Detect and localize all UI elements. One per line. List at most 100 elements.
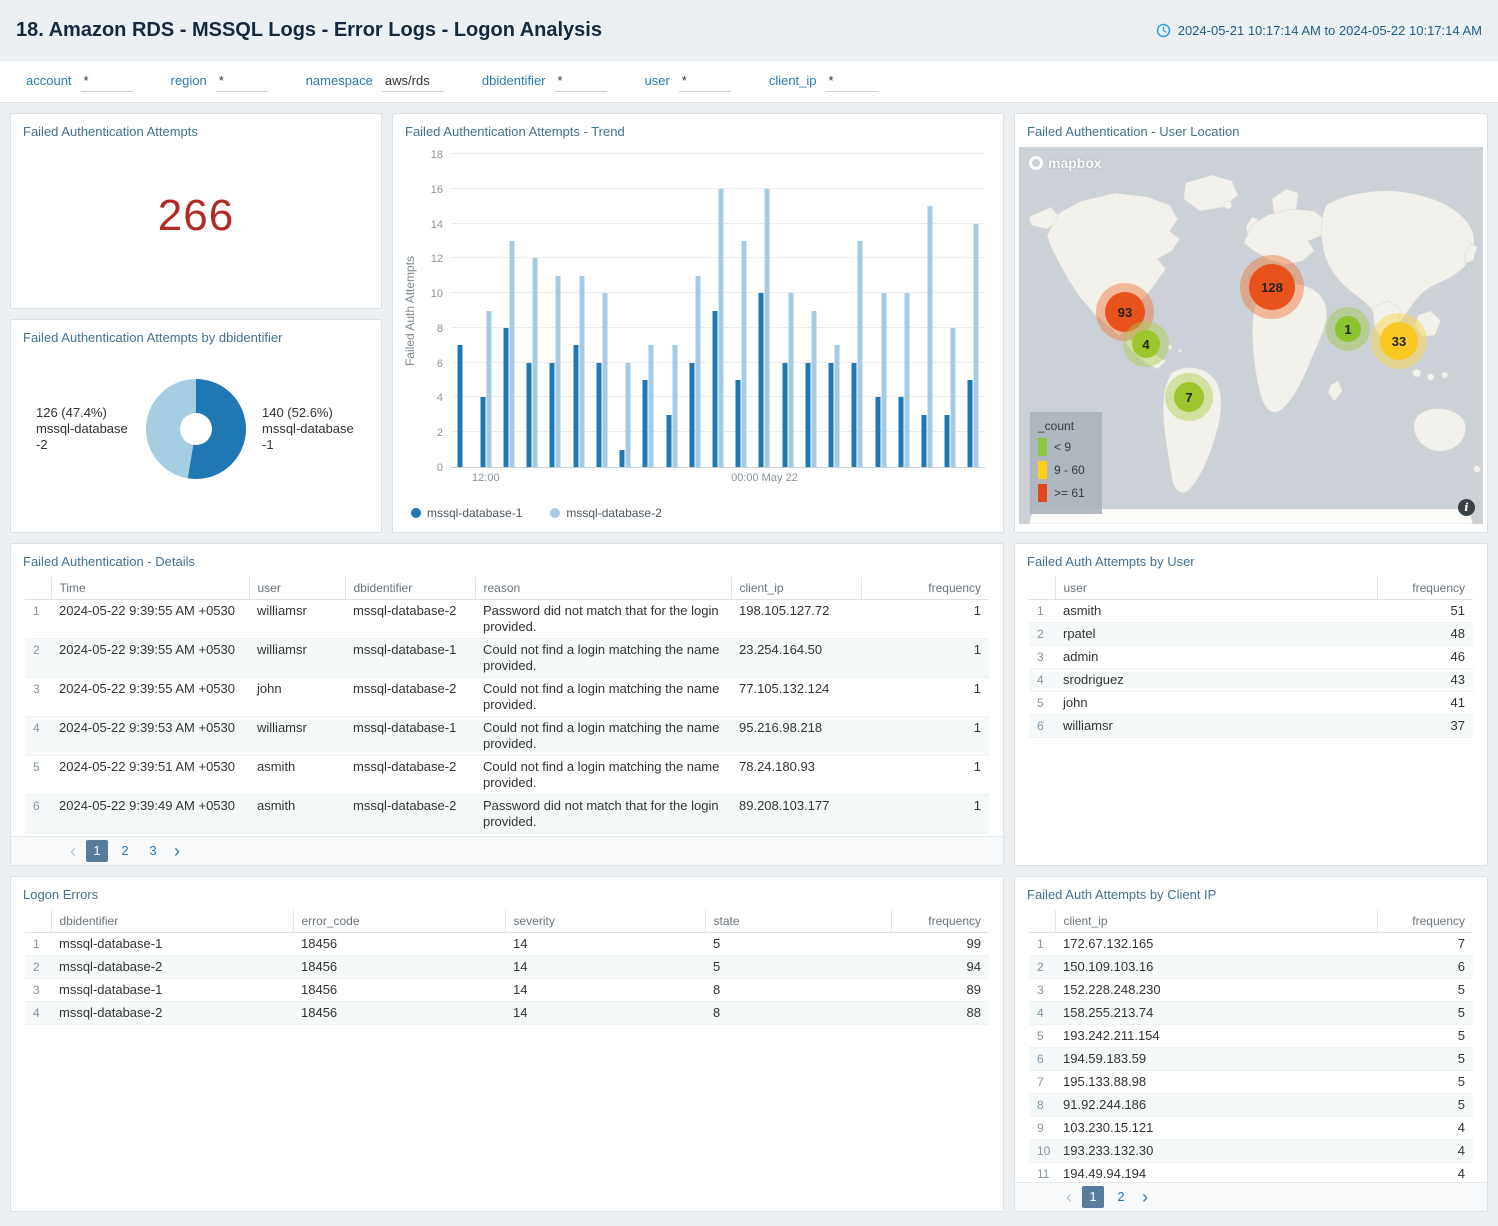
table-row[interactable]: 3mssql-database-11845614889 [25,979,989,1002]
pager-page-1[interactable]: 1 [1082,1186,1104,1208]
cell: 195.133.88.98 [1055,1071,1377,1094]
y-tick-label: 6 [415,358,443,370]
map-cluster[interactable]: 1 [1335,316,1361,342]
table-row[interactable]: 1mssql-database-11845614599 [25,933,989,956]
details-table-mount: Timeuserdbidentifierreasonclient_ipfrequ… [25,577,989,865]
pager-page-1[interactable]: 1 [86,840,108,862]
map-canvas[interactable]: mapbox _count < 99 - 60>= 61 i 934712813… [1019,147,1483,524]
filter-value-input[interactable]: * [555,71,607,92]
column-header[interactable] [1029,910,1055,933]
info-icon[interactable]: i [1458,499,1475,516]
table-row[interactable]: 1asmith51 [1029,600,1473,623]
map-cluster[interactable]: 93 [1105,292,1145,332]
column-header[interactable]: dbidentifier [51,910,293,933]
filter-value-input[interactable]: * [826,71,878,92]
bar-group [573,154,584,467]
legend-item-mssql-database-1[interactable]: mssql-database-1 [411,506,522,520]
table-row[interactable]: 9103.230.15.1214 [1029,1117,1473,1140]
bar-group [921,154,932,467]
cell: 4 [25,717,51,756]
table-row[interactable]: 62024-05-22 9:39:49 AM +0530asmithmssql-… [25,795,989,834]
legend-label: mssql-database-2 [566,506,661,520]
y-tick-label: 18 [415,149,443,161]
filter-value-input[interactable]: * [81,71,133,92]
table-row[interactable]: 22024-05-22 9:39:55 AM +0530williamsrmss… [25,639,989,678]
cell: 150.109.103.16 [1055,956,1377,979]
column-header[interactable]: user [249,577,345,600]
pager-next[interactable]: › [174,841,180,861]
map-cluster[interactable]: 4 [1132,330,1160,358]
table-row[interactable]: 6williamsr37 [1029,715,1473,738]
table-row[interactable]: 52024-05-22 9:39:51 AM +0530asmithmssql-… [25,756,989,795]
legend-swatch [1038,438,1047,456]
map-cluster[interactable]: 33 [1380,322,1418,360]
donut-chart[interactable] [146,379,246,479]
cell: 6 [1029,715,1055,738]
table-row[interactable]: 32024-05-22 9:39:55 AM +0530johnmssql-da… [25,678,989,717]
mapbox-logo[interactable]: mapbox [1029,155,1102,171]
table-row[interactable]: 6194.59.183.595 [1029,1048,1473,1071]
cell: 9 [1029,1117,1055,1140]
pager-page-2[interactable]: 2 [114,840,136,862]
column-header[interactable]: Time [51,577,249,600]
table-row[interactable]: 5john41 [1029,692,1473,715]
cell: 7 [1377,933,1473,956]
table-row[interactable]: 2mssql-database-21845614594 [25,956,989,979]
by-user-table-mount: userfrequency1asmith512rpatel483admin464… [1029,577,1473,865]
table-row[interactable]: 2150.109.103.166 [1029,956,1473,979]
filter-dbidentifier: dbidentifier* [482,71,607,92]
table-row[interactable]: 7195.133.88.985 [1029,1071,1473,1094]
table-row[interactable]: 2rpatel48 [1029,623,1473,646]
legend-item-mssql-database-2[interactable]: mssql-database-2 [550,506,661,520]
table-row[interactable]: 1172.67.132.1657 [1029,933,1473,956]
column-header[interactable]: reason [475,577,731,600]
cell: 95.216.98.218 [731,717,861,756]
table-row[interactable]: 3152.228.248.2305 [1029,979,1473,1002]
table-row[interactable]: 42024-05-22 9:39:53 AM +0530williamsrmss… [25,717,989,756]
bar-mssql-database-1 [596,363,601,467]
filter-value-input[interactable]: aws/rds [382,71,444,92]
cell: 18456 [293,933,505,956]
column-header[interactable]: dbidentifier [345,577,475,600]
map-cluster[interactable]: 128 [1249,264,1295,310]
column-header[interactable]: frequency [891,910,989,933]
cell: 1 [1029,600,1055,623]
column-header[interactable]: frequency [1377,910,1473,933]
cell: 51 [1377,600,1473,623]
pager-page-2[interactable]: 2 [1110,1186,1132,1208]
column-header[interactable]: frequency [861,577,989,600]
bar-group [968,154,979,467]
table-row[interactable]: 3admin46 [1029,646,1473,669]
table-row[interactable]: 4158.255.213.745 [1029,1002,1473,1025]
column-header[interactable]: severity [505,910,705,933]
column-header[interactable]: frequency [1377,577,1473,600]
column-header[interactable]: state [705,910,891,933]
filter-value-input[interactable]: * [679,71,731,92]
table-row[interactable]: 12024-05-22 9:39:55 AM +0530williamsrmss… [25,600,989,639]
bar-mssql-database-2 [695,276,700,467]
time-range[interactable]: 2024-05-21 10:17:14 AM to 2024-05-22 10:… [1156,23,1482,38]
table-row[interactable]: 5193.242.211.1545 [1029,1025,1473,1048]
pager-next[interactable]: › [1142,1187,1148,1207]
column-header[interactable] [25,910,51,933]
column-header[interactable]: client_ip [731,577,861,600]
table-row[interactable]: 4srodriguez43 [1029,669,1473,692]
column-header[interactable]: user [1055,577,1377,600]
pager-page-3[interactable]: 3 [142,840,164,862]
pager-prev[interactable]: ‹ [1066,1187,1072,1207]
column-header[interactable]: error_code [293,910,505,933]
table-row[interactable]: 891.92.244.1865 [1029,1094,1473,1117]
table-row[interactable]: 4mssql-database-21845614888 [25,1002,989,1025]
filter-value-input[interactable]: * [216,71,268,92]
cell: rpatel [1055,623,1377,646]
header-row: userfrequency [1029,577,1473,600]
column-header[interactable]: client_ip [1055,910,1377,933]
bar-mssql-database-1 [573,345,578,467]
legend-swatch [1038,484,1047,502]
column-header[interactable] [1029,577,1055,600]
map-cluster[interactable]: 7 [1174,382,1204,412]
column-header[interactable] [25,577,51,600]
table-row[interactable]: 10193.233.132.304 [1029,1140,1473,1163]
bar-mssql-database-2 [881,293,886,467]
pager-prev[interactable]: ‹ [70,841,76,861]
